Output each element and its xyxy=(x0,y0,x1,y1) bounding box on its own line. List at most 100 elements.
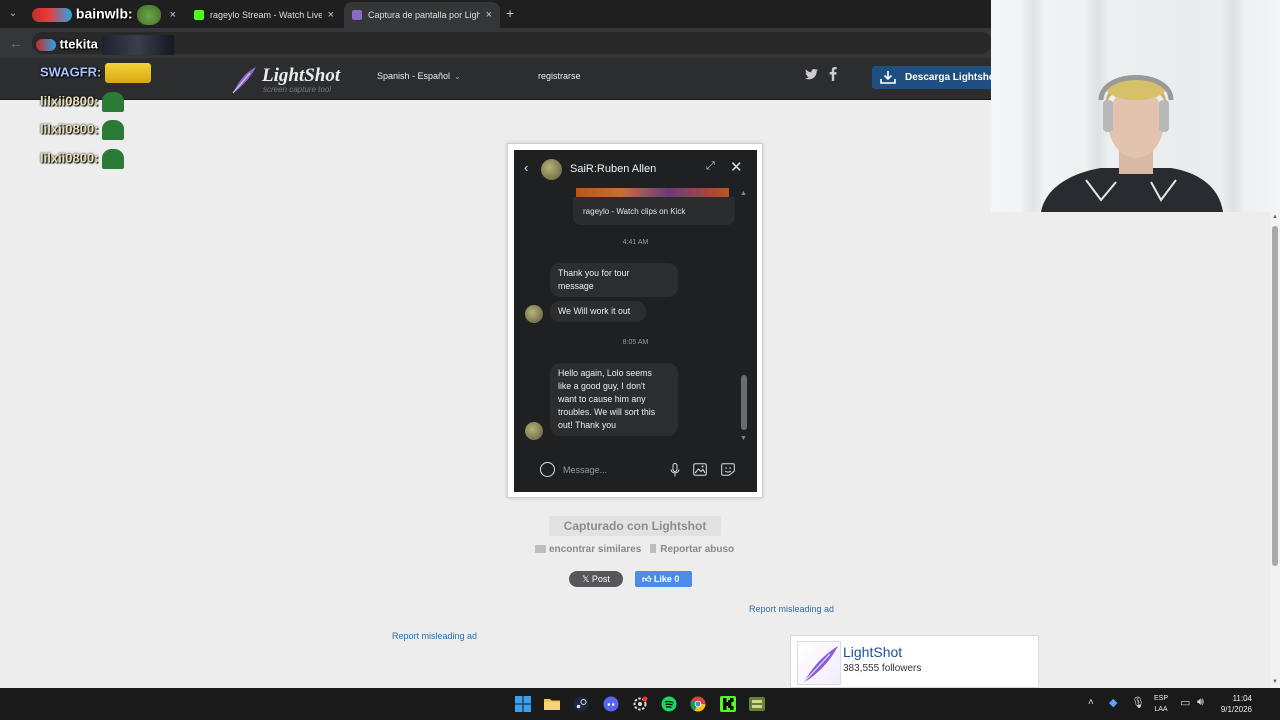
new-tab-icon[interactable]: + xyxy=(506,5,514,21)
tab-close-icon[interactable]: × xyxy=(328,9,334,21)
lightshot-logo[interactable]: LightShot screen capture tool xyxy=(230,63,350,95)
windows-start-icon[interactable] xyxy=(515,696,531,712)
discord-icon[interactable] xyxy=(603,696,619,712)
chat-scrollbar: ▲ ▼ xyxy=(740,190,748,445)
message-composer: Message... xyxy=(524,456,747,482)
chat-timestamp: 8:05 AM xyxy=(622,339,649,346)
flag-icon xyxy=(650,544,657,553)
steam-icon[interactable] xyxy=(573,696,589,712)
emote-icon xyxy=(102,149,125,169)
captured-with-label: Capturado con Lightshot xyxy=(549,516,721,536)
image-actions: encontrar similares Reportar abuso xyxy=(535,544,734,555)
chat-timestamp: 4:41 AM xyxy=(622,239,649,246)
emote-icon xyxy=(102,92,125,112)
lightshot-feather-icon xyxy=(797,641,841,685)
network-shield-icon[interactable]: ◆ xyxy=(1109,696,1117,709)
app-icon[interactable] xyxy=(749,696,765,712)
webcam-overlay xyxy=(991,0,1280,212)
clip-thumbnail xyxy=(576,188,729,197)
page-scroll-thumb[interactable] xyxy=(1272,226,1278,566)
display-icon[interactable]: ▭ xyxy=(1180,696,1190,709)
tray-overflow-icon[interactable]: ˄ xyxy=(1088,697,1094,708)
twitter-icon[interactable] xyxy=(805,68,818,83)
chevron-left-icon: ‹ xyxy=(524,160,529,175)
expand-icon: ⤢ xyxy=(706,160,715,172)
chevron-up-icon: ▲ xyxy=(740,190,747,197)
kick-icon[interactable] xyxy=(720,696,736,712)
avatar xyxy=(541,159,562,180)
facebook-like-button[interactable]: 👍︎ Like 0 xyxy=(635,571,692,587)
file-explorer-icon[interactable] xyxy=(544,696,560,712)
chat-message: We Will work it out xyxy=(550,301,646,322)
logo-tagline: screen capture tool xyxy=(263,85,332,94)
system-clock[interactable]: 11:04 9/1/2026 xyxy=(1212,693,1252,715)
download-icon xyxy=(880,71,896,84)
microphone-icon xyxy=(670,463,680,477)
language-select[interactable]: Spanish - Español ⌄ xyxy=(377,71,461,81)
scroll-down-icon[interactable]: ▼ xyxy=(1272,679,1278,685)
chat-contact-name: SaiR:Ruben Allen xyxy=(570,163,657,175)
tab-lightshot[interactable]: Captura de pantalla por Lightsh × xyxy=(344,2,500,28)
image-icon xyxy=(693,463,707,476)
omnibox[interactable] xyxy=(32,32,992,54)
clip-preview: rageylo - Watch clips on Kick xyxy=(573,197,735,225)
emote-image-icon xyxy=(101,35,174,55)
report-abuse-link[interactable]: Reportar abuso xyxy=(660,544,734,555)
taskbar: ˄ ◆ 🎙︎ ESP LAA ▭ 🔊︎ 11:04 9/1/2026 xyxy=(0,688,1280,720)
overlay-chat-line: lilxii0800: xyxy=(40,92,125,112)
find-similar-link[interactable]: encontrar similares xyxy=(549,544,641,555)
chat-window: ‹ SaiR:Ruben Allen ⤢ ✕ rageylo - Watch c… xyxy=(514,150,757,492)
x-post-button[interactable]: 𝕏 Post xyxy=(569,571,623,587)
report-ad-link[interactable]: Report misleading ad xyxy=(749,604,834,614)
logo-name: LightShot xyxy=(262,65,341,86)
close-icon: ✕ xyxy=(730,159,743,176)
message-placeholder: Message... xyxy=(563,465,608,475)
screenshot-frame: ‹ SaiR:Ruben Allen ⤢ ✕ rageylo - Watch c… xyxy=(507,143,763,498)
overlay-chat-line: bainwlb: xyxy=(32,5,161,25)
download-button[interactable]: Descarga Lightshot xyxy=(872,66,1002,89)
chat-message: Hello again, Lolo seems like a good guy,… xyxy=(550,363,678,436)
feather-icon xyxy=(232,67,256,94)
avatar xyxy=(525,305,543,323)
chevron-down-icon: ▼ xyxy=(740,435,747,442)
emote-icon xyxy=(32,8,72,22)
chat-header: ‹ SaiR:Ruben Allen ⤢ ✕ xyxy=(514,150,757,188)
facebook-page-widget[interactable]: LightShot 383,555 followers xyxy=(790,635,1039,688)
chrome-icon[interactable] xyxy=(690,696,706,712)
overlay-chat-line: ttekita xyxy=(36,35,174,55)
lightshot-favicon-icon xyxy=(352,10,362,20)
tab-close-icon[interactable]: × xyxy=(170,9,176,21)
x-logo-icon: 𝕏 xyxy=(582,574,590,584)
settings-gear-icon[interactable] xyxy=(632,696,648,712)
facebook-icon[interactable] xyxy=(829,66,837,84)
tab-close-icon[interactable]: × xyxy=(486,9,492,21)
camera-icon xyxy=(535,545,546,553)
thumbs-up-icon: 👍︎ xyxy=(642,574,652,584)
streamer-figure xyxy=(1041,75,1223,212)
back-arrow-icon[interactable]: ← xyxy=(9,35,23,51)
chevron-down-icon: ⌄ xyxy=(454,72,461,81)
kick-favicon-icon xyxy=(194,10,204,20)
language-indicator[interactable]: ESP LAA xyxy=(1151,693,1171,715)
facebook-followers-count: 383,555 followers xyxy=(843,663,922,674)
sticker-icon xyxy=(721,463,735,476)
overlay-chat-line: lilxii0800: xyxy=(40,149,125,169)
tab-rageylo-stream[interactable]: rageylo Stream - Watch Live on × xyxy=(186,2,342,28)
volume-icon[interactable]: 🔊︎ xyxy=(1197,696,1204,709)
scroll-up-icon[interactable]: ▲ xyxy=(1272,214,1278,220)
facebook-page-name[interactable]: LightShot xyxy=(843,644,902,660)
register-link[interactable]: registrarse xyxy=(538,71,581,81)
spotify-icon[interactable] xyxy=(661,696,677,712)
emoji-icon xyxy=(540,462,555,477)
overlay-chat-line: SWAGFR: xyxy=(40,63,152,83)
pepe-emote-icon xyxy=(136,5,161,25)
emote-icon xyxy=(36,39,56,51)
overlay-chat-line: lilxii0800: xyxy=(40,120,125,140)
report-ad-link[interactable]: Report misleading ad xyxy=(392,631,477,641)
microphone-tray-icon[interactable]: 🎙︎ xyxy=(1131,696,1145,709)
tab-search-icon[interactable]: ⌄ xyxy=(4,5,22,23)
scroll-thumb xyxy=(741,375,747,430)
emote-icon xyxy=(102,120,125,140)
chat-message: Thank you for tour message xyxy=(550,263,678,297)
avatar xyxy=(525,422,543,440)
